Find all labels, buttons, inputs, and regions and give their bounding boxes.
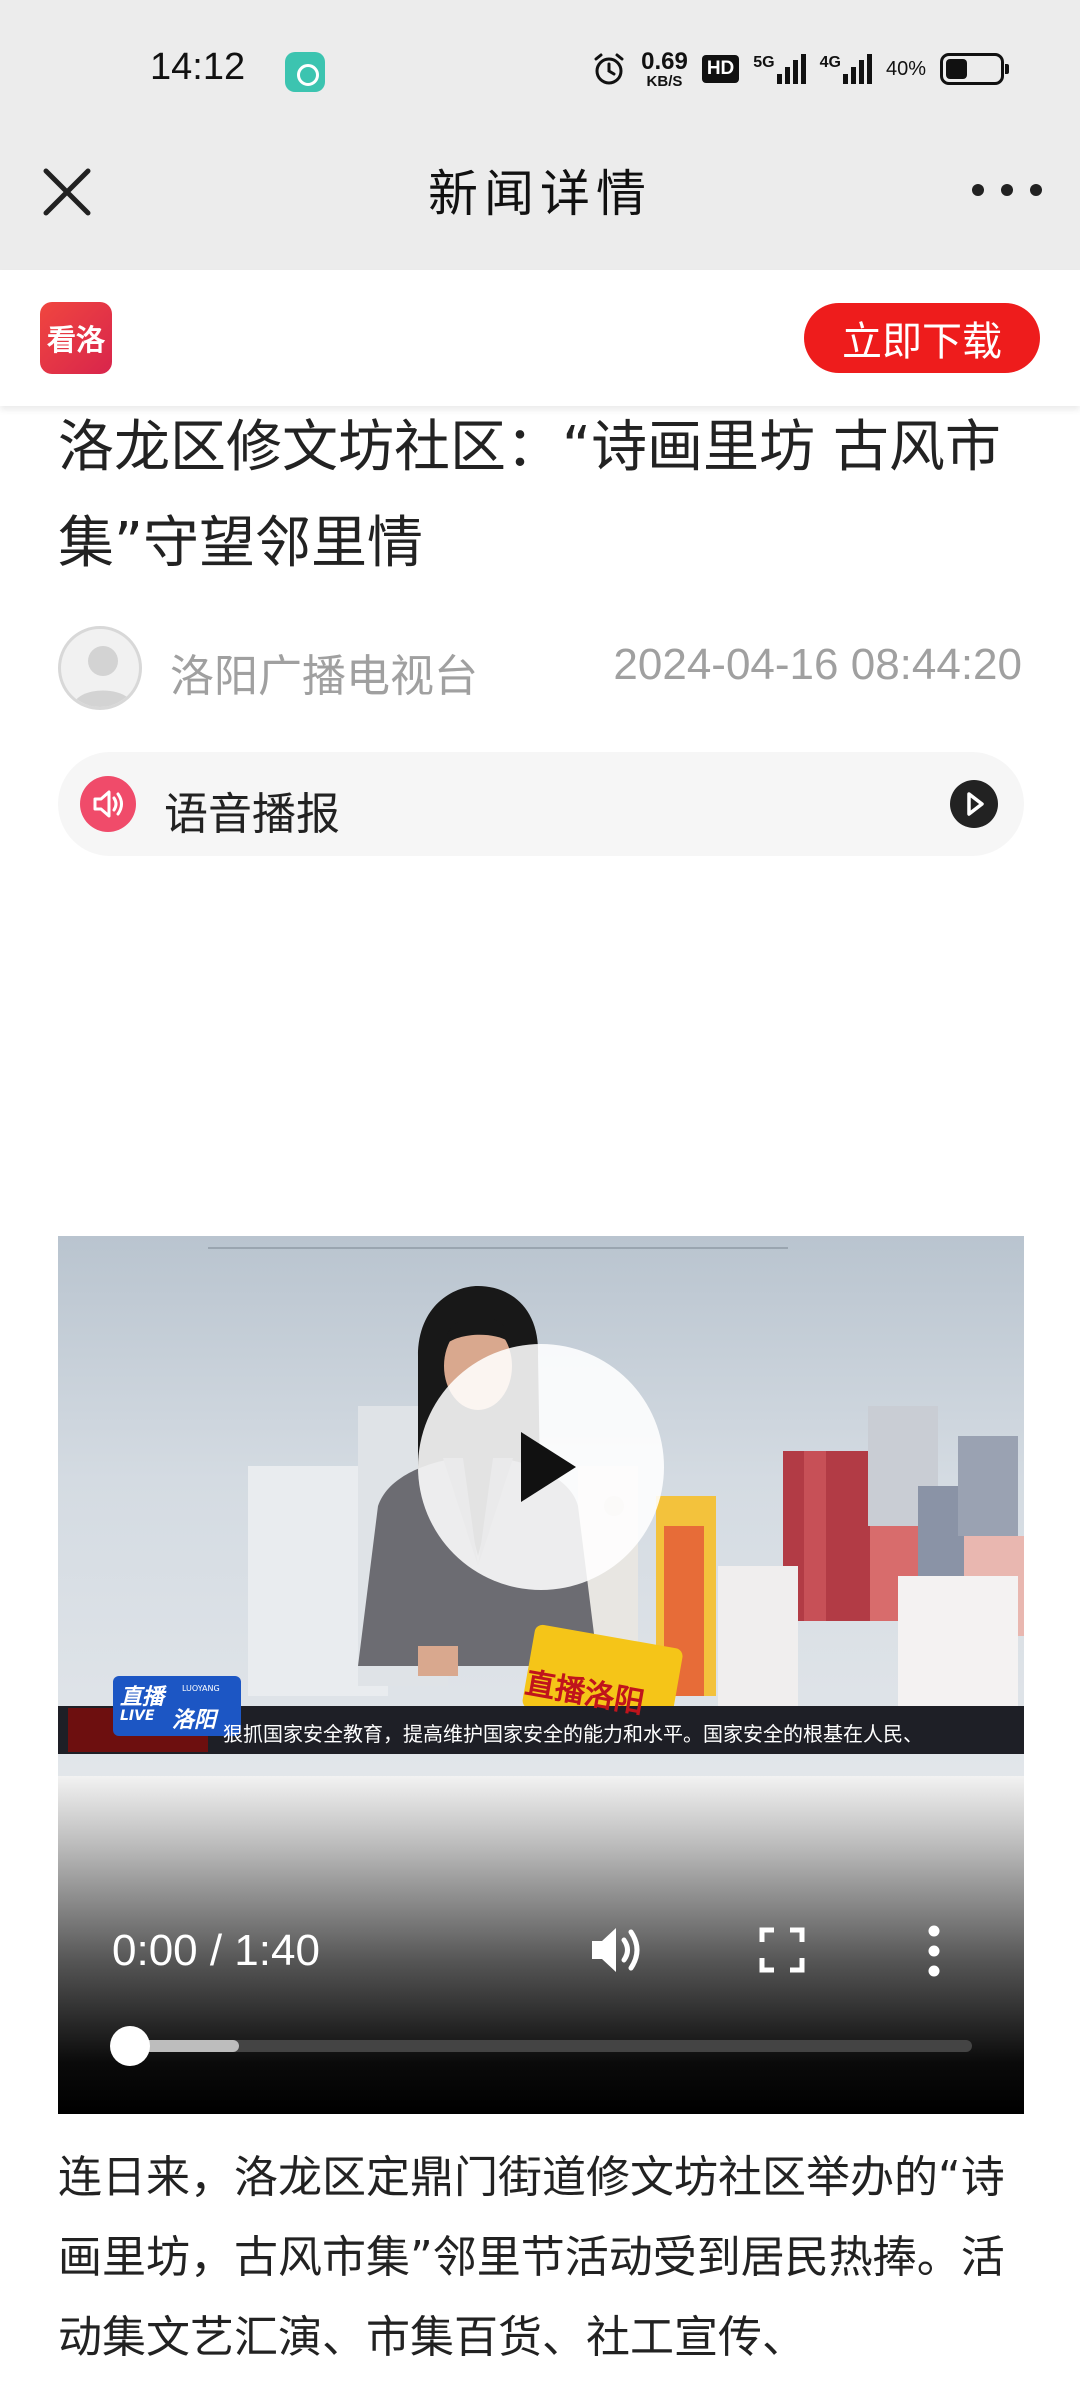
alarm-icon xyxy=(594,53,624,85)
live-logo-live: LIVE xyxy=(120,1708,155,1724)
author-avatar xyxy=(58,626,142,710)
volume-icon[interactable] xyxy=(588,1922,648,1978)
author-name[interactable]: 洛阳广播电视台 xyxy=(170,640,478,704)
news-ticker: 狠抓国家安全教育，提高维护国家安全的能力和水平。国家安全的根基在人民、 xyxy=(223,1722,923,1746)
video-time: 0:00 / 1:40 xyxy=(112,1926,320,1975)
battery-icon xyxy=(940,53,1009,85)
video-frame: 直播 LUOYANG LIVE 洛阳 直播洛阳 狠抓国家安全教育，提高维护国家安… xyxy=(58,1236,1024,1776)
tts-play-icon[interactable] xyxy=(950,780,998,828)
video-progress-knob[interactable] xyxy=(110,2026,150,2066)
signal-4g: 4G xyxy=(820,54,872,84)
tts-label: 语音播报 xyxy=(164,789,340,840)
video-play-button[interactable] xyxy=(418,1344,664,1590)
play-icon xyxy=(521,1432,576,1502)
net-speed: 0.69 KB/S xyxy=(641,47,688,90)
app-notification-icon xyxy=(285,52,325,92)
network-type-5g: 5G xyxy=(753,54,775,71)
network-type-4g: 4G xyxy=(819,54,841,71)
download-app-button[interactable]: 立即下载 xyxy=(804,303,1040,373)
speaker-icon xyxy=(80,776,136,832)
live-logo-sub: LUOYANG xyxy=(182,1684,220,1693)
net-speed-unit: KB/S xyxy=(646,72,683,90)
video-menu-icon[interactable] xyxy=(924,1924,944,1978)
status-indicators: 0.69 KB/S HD 5G 4G 40% xyxy=(591,44,1009,94)
status-time: 14:12 xyxy=(150,46,246,88)
article-body: 连日来，洛龙区定鼎门街道修文坊社区举办的“诗画里坊，古风市集”邻里节活动受到居民… xyxy=(58,2152,1005,2363)
publish-time: 2024-04-16 08:44:20 xyxy=(613,640,1022,689)
signal-5g: 5G xyxy=(753,54,806,84)
signal-bars-icon xyxy=(776,54,806,84)
hd-badge: HD xyxy=(701,55,740,83)
default-user-icon xyxy=(73,646,133,707)
signal-bars-icon xyxy=(842,54,872,84)
more-dots-icon[interactable] xyxy=(972,170,1042,210)
live-logo-top: 直播 xyxy=(120,1685,165,1710)
fullscreen-icon[interactable] xyxy=(758,1926,806,1974)
battery-level xyxy=(946,59,967,79)
app-logo: 看洛 xyxy=(40,302,112,374)
article-title: 洛龙区修文坊社区：“诗画里坊 古风市集”守望邻里情 xyxy=(58,415,1001,576)
battery-percent: 40% xyxy=(885,57,926,80)
video-player[interactable]: 直播 LUOYANG LIVE 洛阳 直播洛阳 狠抓国家安全教育，提高维护国家安… xyxy=(58,1236,1024,2114)
net-speed-value: 0.69 xyxy=(641,47,688,75)
page-title: 新闻详情 xyxy=(428,165,652,223)
live-logo-city: 洛阳 xyxy=(172,1708,217,1733)
video-progress-bar[interactable] xyxy=(110,2026,972,2066)
